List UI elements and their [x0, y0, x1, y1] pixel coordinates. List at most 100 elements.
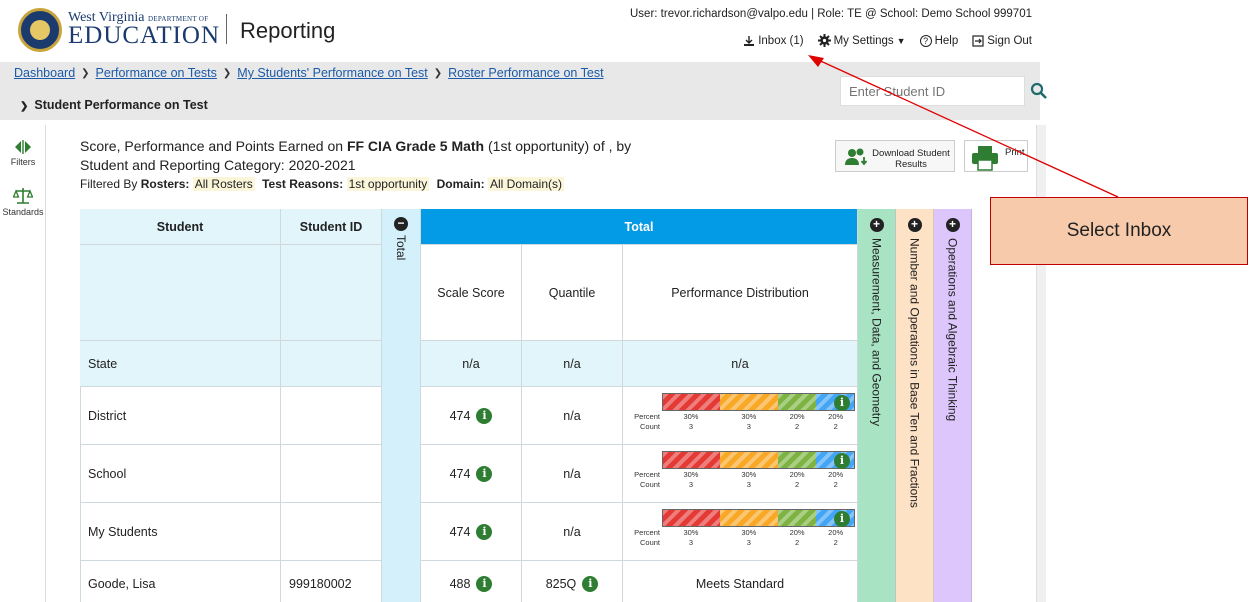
table-row-district-id — [281, 387, 382, 445]
info-icon[interactable]: i — [834, 395, 850, 411]
collapse-total-button[interactable]: − — [382, 217, 420, 231]
breadcrumb-performance-on-tests[interactable]: Performance on Tests — [96, 66, 217, 80]
table-row-state-quantile: n/a — [522, 341, 623, 387]
title-line2: Student and Reporting Category: 2020-202… — [80, 157, 356, 173]
distribution-count-row: Count 3 3 2 2 — [628, 538, 855, 547]
info-icon[interactable]: i — [834, 511, 850, 527]
distribution-segment — [777, 452, 816, 468]
help-link[interactable]: ? Help — [919, 34, 958, 47]
distribution-percent-row-value: 20% — [828, 528, 844, 537]
distribution-count-row-value: 2 — [794, 480, 800, 489]
table-row-school-quantile: n/a — [522, 445, 623, 503]
domain-column-measurement[interactable]: + Measurement, Data, and Geometry — [858, 209, 896, 602]
distribution-segment — [720, 394, 778, 410]
info-icon[interactable]: i — [582, 575, 599, 592]
breadcrumb-my-students-performance[interactable]: My Students' Performance on Test — [237, 66, 427, 80]
state-seal-logo — [18, 8, 62, 52]
rosters-label: Rosters: — [140, 177, 190, 191]
info-icon[interactable]: i — [834, 453, 850, 469]
table-row-student-id: 999180002 — [281, 561, 382, 602]
info-icon[interactable]: i — [476, 407, 493, 424]
table-row-state-id — [281, 341, 382, 387]
title-prefix: Score, Performance and Points Earned on — [80, 138, 347, 154]
quantile-value: 825Q — [545, 576, 577, 591]
table-row-student-name[interactable]: Goode, Lisa — [80, 561, 281, 602]
plus-circle-icon: + — [945, 218, 960, 232]
table-row-school-name: School — [80, 445, 281, 503]
distribution-percent-row-value: 20% — [789, 470, 805, 479]
scale-score-column-header[interactable]: Scale Score — [421, 245, 522, 341]
reasons-label: Test Reasons: — [262, 177, 344, 191]
info-icon[interactable]: i — [476, 575, 493, 592]
total-group-header: Total — [421, 209, 858, 245]
quantile-column-header[interactable]: Quantile — [522, 245, 623, 341]
table-row-district-scale: 474 i — [421, 387, 522, 445]
table-row-district-name: District — [80, 387, 281, 445]
my-settings-menu[interactable]: My Settings ▼ — [817, 34, 906, 47]
sign-out-link[interactable]: Sign Out — [972, 34, 1032, 47]
info-icon[interactable]: i — [476, 465, 493, 482]
breadcrumb-dashboard[interactable]: Dashboard — [14, 66, 75, 80]
distribution-percent-row: Percent 30% 30% 20% 20% — [628, 412, 855, 421]
settings-label: My Settings — [833, 34, 894, 47]
distribution-count-row-value: 3 — [688, 480, 694, 489]
rosters-value: All Rosters — [192, 177, 255, 191]
student-column-header[interactable]: Student — [80, 209, 281, 245]
distribution-segment — [663, 452, 721, 468]
filters-toggle[interactable]: Filters — [0, 139, 46, 167]
table-row-state-scale: n/a — [421, 341, 522, 387]
table-row-student-perf: Meets Standard — [623, 561, 858, 602]
student-id-column-header[interactable]: Student ID — [281, 209, 382, 245]
distribution-count-row-value: 3 — [746, 538, 751, 547]
table-row-student-quantile: 825Q i — [522, 561, 623, 602]
app-header: West Virginia DEPARTMENT OF EDUCATION Re… — [0, 0, 1040, 60]
distribution-segment — [720, 510, 778, 526]
table-row-district-quantile: n/a — [522, 387, 623, 445]
performance-distribution-column-header[interactable]: Performance Distribution — [623, 245, 858, 341]
table-row-my-students-id — [281, 503, 382, 561]
download-student-results-button[interactable]: Download Student Results — [835, 140, 955, 172]
student-id-search-input[interactable] — [840, 76, 1025, 106]
plus-circle-icon: + — [869, 218, 884, 232]
report-title: Score, Performance and Points Earned on … — [80, 137, 720, 175]
logo-divider — [226, 14, 227, 44]
breadcrumb-roster-performance[interactable]: Roster Performance on Test — [448, 66, 603, 80]
distribution-segment — [720, 452, 778, 468]
table-row-my-students-quantile: n/a — [522, 503, 623, 561]
print-button[interactable]: Print — [964, 140, 1028, 172]
distribution-count-row-value: 2 — [794, 538, 800, 547]
distribution-percent-row-value: 20% — [828, 412, 844, 421]
distribution-bar — [662, 393, 855, 411]
distribution-count-row-value: 3 — [688, 422, 694, 431]
scale-score-value: 488 — [449, 576, 471, 591]
distribution-percent-row: Percent 30% 30% 20% 20% — [628, 528, 855, 537]
chevron-right-icon: ❯ — [20, 101, 29, 112]
printer-icon — [972, 146, 998, 171]
minus-circle-icon: − — [394, 217, 408, 231]
sign-out-label: Sign Out — [987, 34, 1032, 47]
table-row-student-scale: 488 i — [421, 561, 522, 602]
standards-toggle[interactable]: Standards — [0, 187, 46, 217]
domain-column-number-operations[interactable]: + Number and Operations in Base Ten and … — [896, 209, 934, 602]
breadcrumb: Dashboard ❯ Performance on Tests ❯ My St… — [14, 66, 604, 80]
student-header-blank — [80, 245, 281, 341]
logo-line2: EDUCATION — [68, 22, 221, 49]
student-id-header-blank — [281, 245, 382, 341]
distribution-segment — [777, 510, 816, 526]
inbox-link[interactable]: Inbox (1) — [743, 34, 804, 47]
domain-column-algebraic-thinking[interactable]: + Operations and Algebraic Thinking — [934, 209, 972, 602]
search-icon[interactable] — [1030, 82, 1048, 100]
select-inbox-callout: Select Inbox — [990, 197, 1248, 265]
scale-score-value: 474 — [449, 524, 471, 539]
performance-distribution: Percent 30% 30% 20% 20% Count 3 3 2 2 — [628, 451, 855, 489]
table-row-state-perf: n/a — [623, 341, 858, 387]
page-title: ❯ Student Performance on Test — [20, 98, 208, 112]
distribution-percent-row-value: 30% — [741, 528, 757, 537]
info-icon[interactable]: i — [476, 523, 493, 540]
scale-score-value: 474 — [449, 408, 471, 423]
filters-label: Filters — [10, 157, 36, 167]
distribution-percent-row: Percent 30% 30% 20% 20% — [628, 470, 855, 479]
distribution-percent-row-value: 20% — [828, 470, 844, 479]
performance-distribution: Percent 30% 30% 20% 20% Count 3 3 2 2 — [628, 509, 855, 547]
inbox-label: Inbox (1) — [758, 34, 804, 47]
